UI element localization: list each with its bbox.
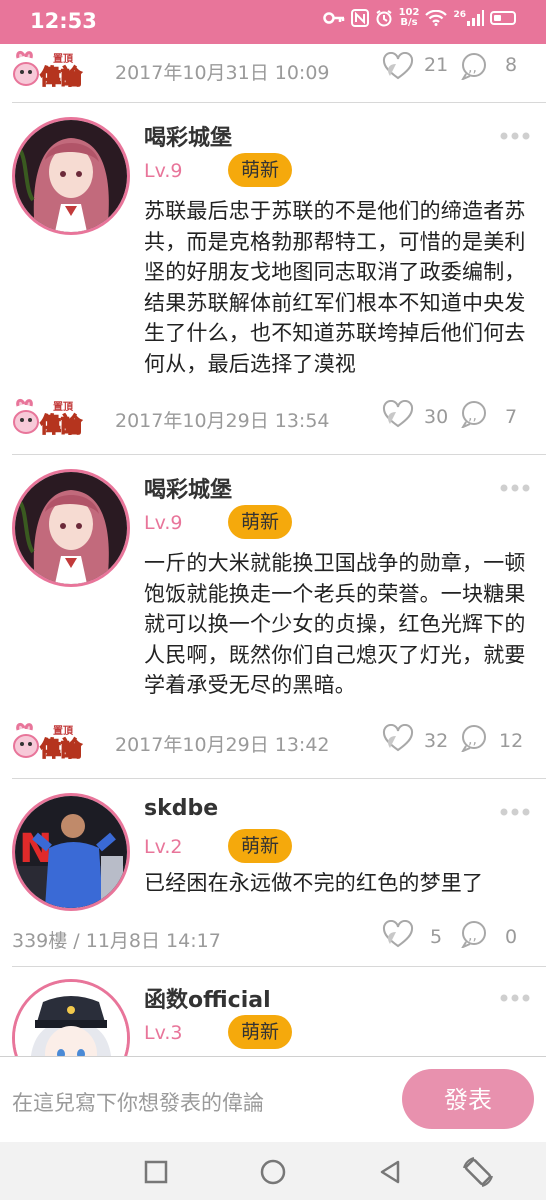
signal-label: 26	[453, 10, 466, 20]
comment-icon[interactable]: ,,	[460, 400, 488, 428]
net-speed-unit: B/s	[400, 17, 418, 28]
comment-count: 0	[505, 926, 518, 948]
status-time: 12:53	[30, 9, 97, 33]
like-count: 21	[424, 54, 449, 76]
username[interactable]: 函数official	[144, 982, 271, 1014]
home-circle-icon[interactable]	[255, 1154, 291, 1190]
back-triangle-icon[interactable]	[372, 1154, 408, 1190]
anime-avatar-image	[15, 982, 127, 1056]
post-date: 2017年10月29日 13:54	[115, 410, 330, 432]
more-options-icon[interactable]	[500, 808, 530, 816]
rotate-screen-icon[interactable]	[460, 1154, 496, 1190]
like-count: 5	[430, 926, 443, 948]
status-icons: 102 B/s 26	[322, 8, 516, 28]
pinned-badge-top-text: 置頂	[53, 401, 74, 413]
pinned-badge-main-text: 偉論	[40, 737, 83, 760]
pinned-badge-top-text: 置頂	[53, 725, 74, 737]
post-date: 2017年10月29日 13:42	[115, 734, 330, 756]
divider	[12, 102, 546, 103]
username[interactable]: 喝彩城堡	[144, 120, 232, 152]
username[interactable]: skdbe	[144, 796, 218, 821]
svg-text:,,: ,,	[468, 408, 477, 424]
nfc-icon	[350, 9, 369, 27]
pinned-badge-main-text: 偉論	[40, 65, 83, 88]
user-level: Lv.3	[144, 1022, 183, 1044]
user-tag-badge: 萌新	[228, 153, 293, 187]
comment-icon[interactable]: ,,	[460, 920, 488, 948]
avatar[interactable]	[12, 979, 130, 1056]
status-bar: 12:53 102 B/s 26	[0, 0, 546, 44]
divider	[12, 778, 546, 779]
more-options-icon[interactable]	[500, 132, 530, 140]
svg-text:,,: ,,	[468, 732, 477, 748]
alarm-icon	[376, 10, 392, 27]
anime-avatar-image	[15, 120, 127, 232]
comment-content: 一斤的大米就能换卫国战争的勋章，一顿饱饭就能换走一个老兵的荣誉。一块糖果就可以换…	[144, 551, 526, 697]
system-nav-bar	[0, 1142, 546, 1200]
like-icon[interactable]	[382, 724, 414, 752]
pinned-badge-icon: 置頂 偉論	[13, 50, 84, 88]
avatar[interactable]: N	[12, 793, 130, 911]
comment-content: 苏联最后忠于苏联的不是他们的缔造者苏共，而是克格勃那帮特工，可惜的是美利坚的好朋…	[144, 199, 526, 376]
post-meta-row: 置頂 偉論 2017年10月29日 13:54 30 ,, 7	[0, 398, 546, 438]
comment-content: 已经困在永远做不完的红色的梦里了	[144, 871, 484, 895]
comment-input[interactable]: 在這兒寫下你想發表的偉論	[12, 1087, 264, 1117]
recents-square-icon[interactable]	[138, 1154, 174, 1190]
divider	[12, 966, 546, 967]
wifi-icon	[425, 10, 448, 26]
photo-avatar-image: N	[15, 796, 127, 908]
post-button[interactable]: 發表	[402, 1069, 534, 1129]
comment-count: 12	[499, 730, 524, 752]
comment-count: 7	[505, 406, 518, 428]
floor-and-date: 339樓 / 11月8日 14:17	[12, 930, 221, 952]
post-meta-row: 置頂 偉論 2017年10月31日 10:09 21 ,, 8	[0, 50, 546, 90]
signal-icon	[467, 10, 484, 26]
like-icon[interactable]	[382, 52, 414, 80]
battery-icon	[490, 11, 516, 25]
user-level: Lv.9	[144, 512, 183, 534]
user-level: Lv.2	[144, 836, 183, 858]
user-level: Lv.9	[144, 160, 183, 182]
avatar[interactable]	[12, 469, 130, 587]
username[interactable]: 喝彩城堡	[144, 472, 232, 504]
comment-input-bar: 在這兒寫下你想發表的偉論 發表	[0, 1056, 546, 1143]
more-options-icon[interactable]	[500, 484, 530, 492]
svg-text:,,: ,,	[468, 928, 477, 944]
anime-avatar-image	[15, 472, 127, 584]
user-tag-badge: 萌新	[228, 1015, 293, 1049]
avatar[interactable]	[12, 117, 130, 235]
like-count: 32	[424, 730, 449, 752]
net-speed: 102 B/s	[399, 8, 420, 28]
like-icon[interactable]	[382, 400, 414, 428]
pinned-badge-main-text: 偉論	[40, 413, 83, 436]
comment-count: 8	[505, 54, 518, 76]
comment-icon[interactable]: ,,	[460, 724, 488, 752]
key-icon	[322, 12, 344, 24]
post-meta-row: 339樓 / 11月8日 14:17 5 ,, 0	[0, 918, 546, 958]
like-icon[interactable]	[382, 920, 414, 948]
pinned-badge-icon: 置頂 偉論	[13, 722, 84, 760]
svg-text:,,: ,,	[468, 60, 477, 76]
comment-feed[interactable]: 置頂 偉論 2017年10月31日 10:09 21 ,, 8 喝彩城堡 Lv.…	[0, 44, 546, 1056]
more-options-icon[interactable]	[500, 994, 530, 1002]
user-tag-badge: 萌新	[228, 505, 293, 539]
pinned-badge-top-text: 置頂	[53, 53, 74, 65]
like-count: 30	[424, 406, 449, 428]
post-meta-row: 置頂 偉論 2017年10月29日 13:42 32 ,, 12	[0, 722, 546, 762]
divider	[12, 454, 546, 455]
comment-icon[interactable]: ,,	[460, 52, 488, 80]
pinned-badge-icon: 置頂 偉論	[13, 398, 84, 436]
user-tag-badge: 萌新	[228, 829, 293, 863]
post-date: 2017年10月31日 10:09	[115, 62, 330, 84]
